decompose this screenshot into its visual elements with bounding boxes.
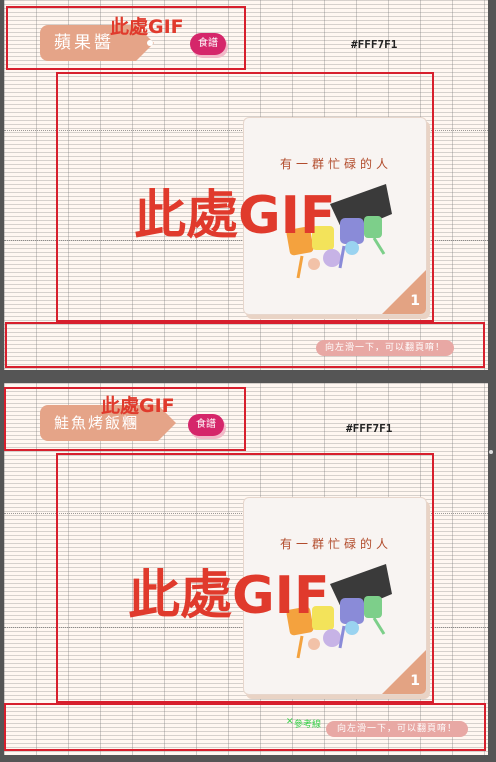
slide-frame-1: 蘋果醬 食譜 此處GIF #FFF7F1 有一群忙碌的人 1 此處GIF 向左滑… — [4, 0, 488, 370]
hex-color-label: #FFF7F1 — [346, 422, 393, 435]
recipe-badge-label: 食譜 — [196, 419, 216, 430]
tag-hole-dot — [147, 40, 153, 46]
reference-cross-icon: ✕ — [286, 717, 294, 727]
main-gif-placeholder: 此處GIF — [134, 186, 336, 246]
page-number: 1 — [410, 293, 420, 309]
swipe-hint-label: 向左滑一下，可以翻頁唷！ — [336, 724, 457, 734]
swipe-hint-pill[interactable]: 向左滑一下，可以翻頁唷！ — [326, 721, 468, 737]
slide-frame-2: 鮭魚烤飯糰 食譜 此處GIF #FFF7F1 有一群忙碌的人 1 此處GIF ✕… — [4, 383, 488, 755]
page-number: 1 — [410, 673, 420, 689]
header-gif-placeholder: 此處GIF — [110, 16, 184, 38]
header-gif-placeholder: 此處GIF — [101, 395, 175, 417]
swipe-hint-label: 向左滑一下，可以翻頁唷！ — [324, 343, 445, 353]
recipe-badge[interactable]: 食譜 — [188, 414, 224, 436]
hex-color-label: #FFF7F1 — [351, 38, 398, 51]
recipe-badge[interactable]: 食譜 — [190, 33, 226, 55]
main-gif-placeholder: 此處GIF — [128, 566, 330, 626]
recipe-tag-label: 蘋果醬 — [54, 33, 114, 53]
scroll-indicator[interactable] — [489, 450, 493, 454]
reference-label: 參考線 — [294, 720, 322, 730]
swipe-hint-pill[interactable]: 向左滑一下，可以翻頁唷！ — [316, 340, 454, 356]
recipe-badge-label: 食譜 — [198, 38, 218, 49]
